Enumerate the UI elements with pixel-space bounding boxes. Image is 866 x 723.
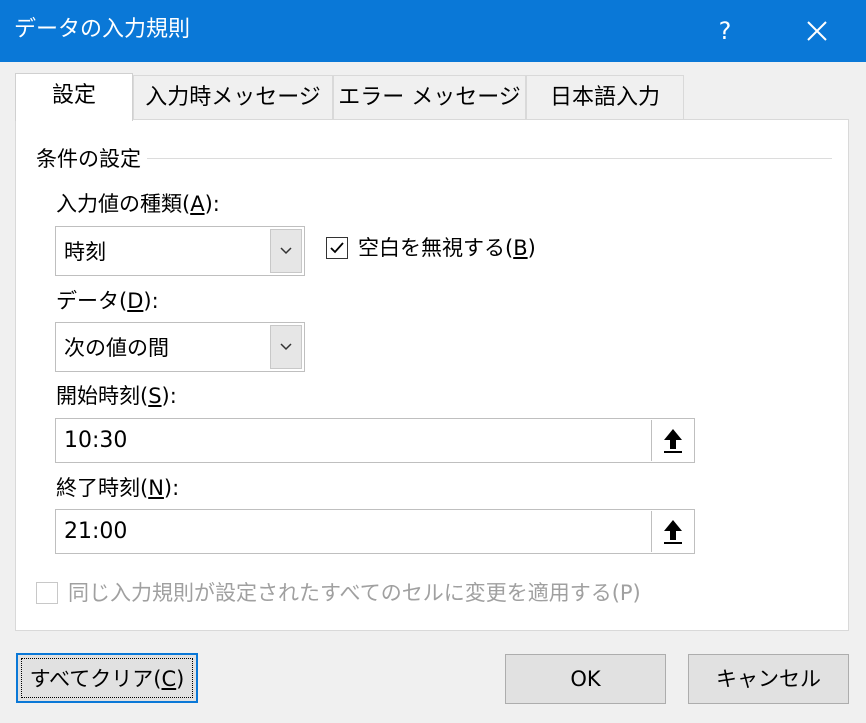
data-label-key: D <box>127 289 144 313</box>
checkmark-icon <box>330 242 344 254</box>
ignore-blank-box[interactable] <box>326 237 348 259</box>
ignore-blank-label-prefix: 空白を無視する( <box>358 236 514 260</box>
cancel-label: キャンセル <box>716 667 821 691</box>
start-time-label-prefix: 開始時刻( <box>56 384 149 408</box>
start-time-label: 開始時刻(S): <box>56 382 177 410</box>
end-time-label-prefix: 終了時刻( <box>56 476 149 500</box>
up-arrow-icon <box>663 428 682 453</box>
allow-dropdown-button[interactable] <box>270 229 302 273</box>
criteria-group-label: 条件の設定 <box>36 145 147 173</box>
start-time-input[interactable]: 10:30 <box>55 418 695 463</box>
tab-input-message-label: 入力時メッセージ <box>145 85 321 110</box>
data-dropdown-value: 次の値の間 <box>64 336 169 360</box>
tab-error-message-label: エラー メッセージ <box>338 85 521 110</box>
apply-all-label: 同じ入力規則が設定されたすべてのセルに変更を適用する(P) <box>68 581 641 605</box>
ignore-blank-label: 空白を無視する(B) <box>358 234 536 262</box>
allow-label-suffix: ): <box>204 192 220 216</box>
group-divider <box>36 158 832 159</box>
window-title: データの入力規則 <box>14 17 191 42</box>
ok-button[interactable]: OK <box>505 654 666 704</box>
start-time-collapse-button[interactable] <box>651 420 693 461</box>
clear-all-key: C <box>161 667 177 691</box>
close-button[interactable] <box>782 0 852 62</box>
end-time-value: 21:00 <box>64 519 128 544</box>
help-label: ? <box>718 17 732 45</box>
chevron-down-icon <box>280 343 292 351</box>
clear-all-prefix: すべてクリア( <box>29 667 162 691</box>
data-dropdown[interactable]: 次の値の間 <box>55 322 305 372</box>
tab-settings-label: 設定 <box>51 83 96 108</box>
end-time-label: 終了時刻(N): <box>56 474 179 502</box>
data-label-prefix: データ( <box>56 289 128 313</box>
tab-ime[interactable]: 日本語入力 <box>526 75 684 119</box>
tab-ime-label: 日本語入力 <box>549 85 660 110</box>
cancel-button[interactable]: キャンセル <box>688 654 849 704</box>
end-time-input[interactable]: 21:00 <box>55 509 695 554</box>
allow-label-prefix: 入力値の種類( <box>56 192 191 216</box>
ignore-blank-label-key: B <box>513 236 528 260</box>
focus-rectangle: すべてクリア(C) <box>21 658 193 698</box>
data-label: データ(D): <box>56 287 159 315</box>
tab-error-message[interactable]: エラー メッセージ <box>333 75 526 119</box>
apply-all-checkbox[interactable]: 同じ入力規則が設定されたすべてのセルに変更を適用する(P) <box>36 579 641 607</box>
allow-dropdown[interactable]: 時刻 <box>55 226 305 276</box>
data-label-suffix: ): <box>143 289 159 313</box>
close-icon <box>807 21 827 41</box>
start-time-label-suffix: ): <box>161 384 177 408</box>
ignore-blank-checkbox[interactable]: 空白を無視する(B) <box>326 234 536 262</box>
clear-all-suffix: ) <box>176 667 185 691</box>
end-time-label-key: N <box>148 476 164 500</box>
allow-label-key: A <box>190 192 205 216</box>
end-time-label-suffix: ): <box>163 476 180 500</box>
start-time-value: 10:30 <box>64 428 128 453</box>
ignore-blank-label-suffix: ) <box>527 236 536 260</box>
allow-label: 入力値の種類(A): <box>56 190 220 218</box>
ok-label: OK <box>570 667 601 691</box>
chevron-down-icon <box>280 247 292 255</box>
end-time-collapse-button[interactable] <box>651 511 693 552</box>
up-arrow-icon <box>663 519 682 544</box>
tab-input-message[interactable]: 入力時メッセージ <box>133 75 333 119</box>
help-button[interactable]: ? <box>690 0 760 62</box>
settings-panel: 条件の設定 入力値の種類(A): 時刻 空白を無視する(B) データ(D): 次… <box>15 119 849 631</box>
data-dropdown-button[interactable] <box>270 325 302 369</box>
apply-all-box[interactable] <box>36 582 58 604</box>
title-bar: データの入力規則 ? <box>0 0 866 62</box>
tab-settings[interactable]: 設定 <box>15 73 133 121</box>
allow-dropdown-value: 時刻 <box>64 240 106 264</box>
clear-all-button[interactable]: すべてクリア(C) <box>16 653 198 703</box>
start-time-label-key: S <box>148 384 162 408</box>
